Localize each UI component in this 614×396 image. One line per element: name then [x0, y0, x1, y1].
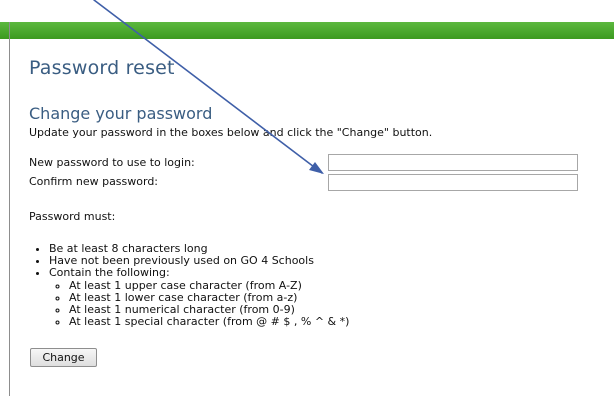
- top-margin: [0, 0, 614, 22]
- new-password-input[interactable]: [328, 154, 578, 171]
- password-rules-list: Be at least 8 characters long Have not b…: [29, 242, 349, 328]
- header-bar: [0, 22, 614, 39]
- section-title: Change your password: [29, 104, 213, 123]
- password-reset-page: Password reset Change your password Upda…: [0, 0, 614, 396]
- main-content: Password reset Change your password Upda…: [10, 39, 614, 396]
- instruction-text: Update your password in the boxes below …: [29, 126, 433, 139]
- password-sub-rules-list: At least 1 upper case character (from A-…: [49, 279, 349, 329]
- password-rules-heading: Password must:: [29, 210, 116, 223]
- new-password-label: New password to use to login:: [29, 156, 195, 169]
- confirm-password-input[interactable]: [328, 174, 578, 191]
- confirm-password-label: Confirm new password:: [29, 175, 159, 188]
- rule-item-contain: Contain the following: At least 1 upper …: [49, 267, 349, 328]
- sub-rule-item: At least 1 special character (from @ # $…: [69, 316, 349, 328]
- sub-rule-item: At least 1 upper case character (from A-…: [69, 279, 349, 292]
- rule-item-label: Contain the following:: [49, 266, 170, 280]
- change-button[interactable]: Change: [30, 348, 97, 367]
- page-title: Password reset: [29, 57, 175, 79]
